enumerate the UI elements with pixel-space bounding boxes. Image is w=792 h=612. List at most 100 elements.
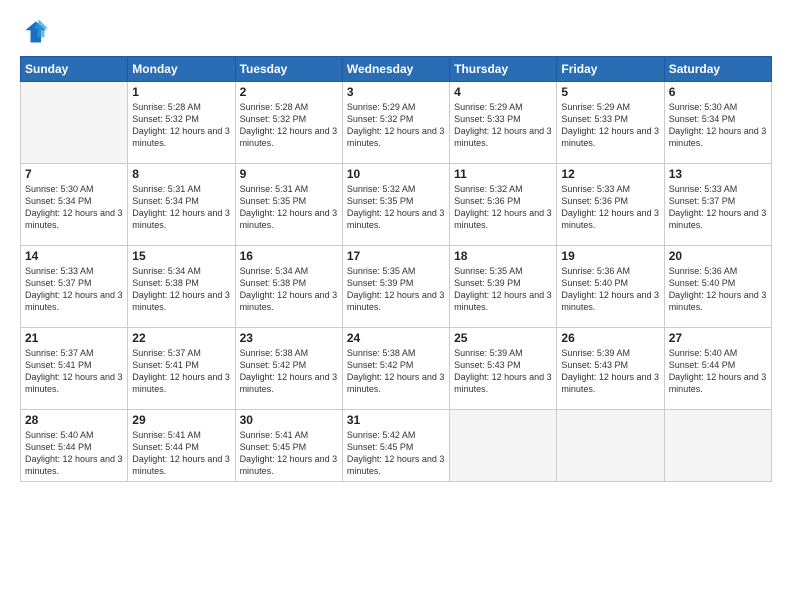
cell-info: Sunrise: 5:35 AM Sunset: 5:39 PM Dayligh… <box>347 265 445 314</box>
calendar-cell: 14 Sunrise: 5:33 AM Sunset: 5:37 PM Dayl… <box>21 246 128 328</box>
day-number: 14 <box>25 249 123 263</box>
calendar-cell: 13 Sunrise: 5:33 AM Sunset: 5:37 PM Dayl… <box>664 164 771 246</box>
day-number: 29 <box>132 413 230 427</box>
cell-info: Sunrise: 5:29 AM Sunset: 5:32 PM Dayligh… <box>347 101 445 150</box>
day-number: 19 <box>561 249 659 263</box>
calendar-cell: 30 Sunrise: 5:41 AM Sunset: 5:45 PM Dayl… <box>235 410 342 482</box>
calendar-cell: 25 Sunrise: 5:39 AM Sunset: 5:43 PM Dayl… <box>450 328 557 410</box>
cell-info: Sunrise: 5:41 AM Sunset: 5:44 PM Dayligh… <box>132 429 230 478</box>
cell-info: Sunrise: 5:30 AM Sunset: 5:34 PM Dayligh… <box>669 101 767 150</box>
calendar-cell: 9 Sunrise: 5:31 AM Sunset: 5:35 PM Dayli… <box>235 164 342 246</box>
day-number: 6 <box>669 85 767 99</box>
day-number: 16 <box>240 249 338 263</box>
cell-info: Sunrise: 5:37 AM Sunset: 5:41 PM Dayligh… <box>132 347 230 396</box>
calendar-cell: 26 Sunrise: 5:39 AM Sunset: 5:43 PM Dayl… <box>557 328 664 410</box>
calendar-cell: 24 Sunrise: 5:38 AM Sunset: 5:42 PM Dayl… <box>342 328 449 410</box>
calendar-cell: 17 Sunrise: 5:35 AM Sunset: 5:39 PM Dayl… <box>342 246 449 328</box>
day-header-wednesday: Wednesday <box>342 57 449 82</box>
calendar-cell <box>557 410 664 482</box>
cell-info: Sunrise: 5:39 AM Sunset: 5:43 PM Dayligh… <box>561 347 659 396</box>
cell-info: Sunrise: 5:29 AM Sunset: 5:33 PM Dayligh… <box>561 101 659 150</box>
cell-info: Sunrise: 5:34 AM Sunset: 5:38 PM Dayligh… <box>132 265 230 314</box>
day-number: 3 <box>347 85 445 99</box>
calendar-cell: 11 Sunrise: 5:32 AM Sunset: 5:36 PM Dayl… <box>450 164 557 246</box>
logo-icon <box>20 18 48 46</box>
cell-info: Sunrise: 5:42 AM Sunset: 5:45 PM Dayligh… <box>347 429 445 478</box>
cell-info: Sunrise: 5:32 AM Sunset: 5:36 PM Dayligh… <box>454 183 552 232</box>
calendar-week-2: 7 Sunrise: 5:30 AM Sunset: 5:34 PM Dayli… <box>21 164 772 246</box>
cell-info: Sunrise: 5:33 AM Sunset: 5:36 PM Dayligh… <box>561 183 659 232</box>
calendar-cell: 4 Sunrise: 5:29 AM Sunset: 5:33 PM Dayli… <box>450 82 557 164</box>
day-number: 30 <box>240 413 338 427</box>
day-number: 23 <box>240 331 338 345</box>
calendar-cell: 7 Sunrise: 5:30 AM Sunset: 5:34 PM Dayli… <box>21 164 128 246</box>
cell-info: Sunrise: 5:31 AM Sunset: 5:35 PM Dayligh… <box>240 183 338 232</box>
cell-info: Sunrise: 5:40 AM Sunset: 5:44 PM Dayligh… <box>25 429 123 478</box>
day-number: 10 <box>347 167 445 181</box>
calendar-header-row: SundayMondayTuesdayWednesdayThursdayFrid… <box>21 57 772 82</box>
day-number: 22 <box>132 331 230 345</box>
cell-info: Sunrise: 5:40 AM Sunset: 5:44 PM Dayligh… <box>669 347 767 396</box>
logo <box>20 18 52 46</box>
day-number: 24 <box>347 331 445 345</box>
day-header-tuesday: Tuesday <box>235 57 342 82</box>
cell-info: Sunrise: 5:35 AM Sunset: 5:39 PM Dayligh… <box>454 265 552 314</box>
cell-info: Sunrise: 5:31 AM Sunset: 5:34 PM Dayligh… <box>132 183 230 232</box>
cell-info: Sunrise: 5:33 AM Sunset: 5:37 PM Dayligh… <box>25 265 123 314</box>
calendar-cell: 22 Sunrise: 5:37 AM Sunset: 5:41 PM Dayl… <box>128 328 235 410</box>
calendar-week-5: 28 Sunrise: 5:40 AM Sunset: 5:44 PM Dayl… <box>21 410 772 482</box>
calendar-cell: 29 Sunrise: 5:41 AM Sunset: 5:44 PM Dayl… <box>128 410 235 482</box>
calendar-cell: 16 Sunrise: 5:34 AM Sunset: 5:38 PM Dayl… <box>235 246 342 328</box>
calendar-cell: 23 Sunrise: 5:38 AM Sunset: 5:42 PM Dayl… <box>235 328 342 410</box>
calendar-cell: 21 Sunrise: 5:37 AM Sunset: 5:41 PM Dayl… <box>21 328 128 410</box>
day-header-friday: Friday <box>557 57 664 82</box>
calendar-cell: 20 Sunrise: 5:36 AM Sunset: 5:40 PM Dayl… <box>664 246 771 328</box>
day-header-monday: Monday <box>128 57 235 82</box>
day-number: 31 <box>347 413 445 427</box>
day-number: 9 <box>240 167 338 181</box>
day-number: 8 <box>132 167 230 181</box>
cell-info: Sunrise: 5:37 AM Sunset: 5:41 PM Dayligh… <box>25 347 123 396</box>
cell-info: Sunrise: 5:38 AM Sunset: 5:42 PM Dayligh… <box>240 347 338 396</box>
calendar-cell: 28 Sunrise: 5:40 AM Sunset: 5:44 PM Dayl… <box>21 410 128 482</box>
calendar-cell <box>21 82 128 164</box>
day-header-sunday: Sunday <box>21 57 128 82</box>
cell-info: Sunrise: 5:41 AM Sunset: 5:45 PM Dayligh… <box>240 429 338 478</box>
calendar-cell: 6 Sunrise: 5:30 AM Sunset: 5:34 PM Dayli… <box>664 82 771 164</box>
day-number: 15 <box>132 249 230 263</box>
calendar-cell <box>450 410 557 482</box>
calendar-cell: 2 Sunrise: 5:28 AM Sunset: 5:32 PM Dayli… <box>235 82 342 164</box>
day-number: 13 <box>669 167 767 181</box>
cell-info: Sunrise: 5:28 AM Sunset: 5:32 PM Dayligh… <box>132 101 230 150</box>
calendar-cell: 1 Sunrise: 5:28 AM Sunset: 5:32 PM Dayli… <box>128 82 235 164</box>
calendar-cell: 8 Sunrise: 5:31 AM Sunset: 5:34 PM Dayli… <box>128 164 235 246</box>
calendar-week-3: 14 Sunrise: 5:33 AM Sunset: 5:37 PM Dayl… <box>21 246 772 328</box>
day-number: 18 <box>454 249 552 263</box>
calendar-cell: 15 Sunrise: 5:34 AM Sunset: 5:38 PM Dayl… <box>128 246 235 328</box>
day-number: 17 <box>347 249 445 263</box>
calendar-cell: 19 Sunrise: 5:36 AM Sunset: 5:40 PM Dayl… <box>557 246 664 328</box>
cell-info: Sunrise: 5:28 AM Sunset: 5:32 PM Dayligh… <box>240 101 338 150</box>
day-number: 27 <box>669 331 767 345</box>
cell-info: Sunrise: 5:34 AM Sunset: 5:38 PM Dayligh… <box>240 265 338 314</box>
header <box>20 18 772 46</box>
calendar-table: SundayMondayTuesdayWednesdayThursdayFrid… <box>20 56 772 482</box>
day-number: 12 <box>561 167 659 181</box>
day-number: 2 <box>240 85 338 99</box>
calendar-cell: 27 Sunrise: 5:40 AM Sunset: 5:44 PM Dayl… <box>664 328 771 410</box>
cell-info: Sunrise: 5:39 AM Sunset: 5:43 PM Dayligh… <box>454 347 552 396</box>
cell-info: Sunrise: 5:29 AM Sunset: 5:33 PM Dayligh… <box>454 101 552 150</box>
cell-info: Sunrise: 5:38 AM Sunset: 5:42 PM Dayligh… <box>347 347 445 396</box>
day-number: 7 <box>25 167 123 181</box>
calendar-cell <box>664 410 771 482</box>
day-header-saturday: Saturday <box>664 57 771 82</box>
cell-info: Sunrise: 5:30 AM Sunset: 5:34 PM Dayligh… <box>25 183 123 232</box>
calendar-cell: 3 Sunrise: 5:29 AM Sunset: 5:32 PM Dayli… <box>342 82 449 164</box>
day-number: 25 <box>454 331 552 345</box>
page: SundayMondayTuesdayWednesdayThursdayFrid… <box>0 0 792 612</box>
calendar-cell: 12 Sunrise: 5:33 AM Sunset: 5:36 PM Dayl… <box>557 164 664 246</box>
day-number: 4 <box>454 85 552 99</box>
day-number: 1 <box>132 85 230 99</box>
calendar-cell: 18 Sunrise: 5:35 AM Sunset: 5:39 PM Dayl… <box>450 246 557 328</box>
cell-info: Sunrise: 5:33 AM Sunset: 5:37 PM Dayligh… <box>669 183 767 232</box>
